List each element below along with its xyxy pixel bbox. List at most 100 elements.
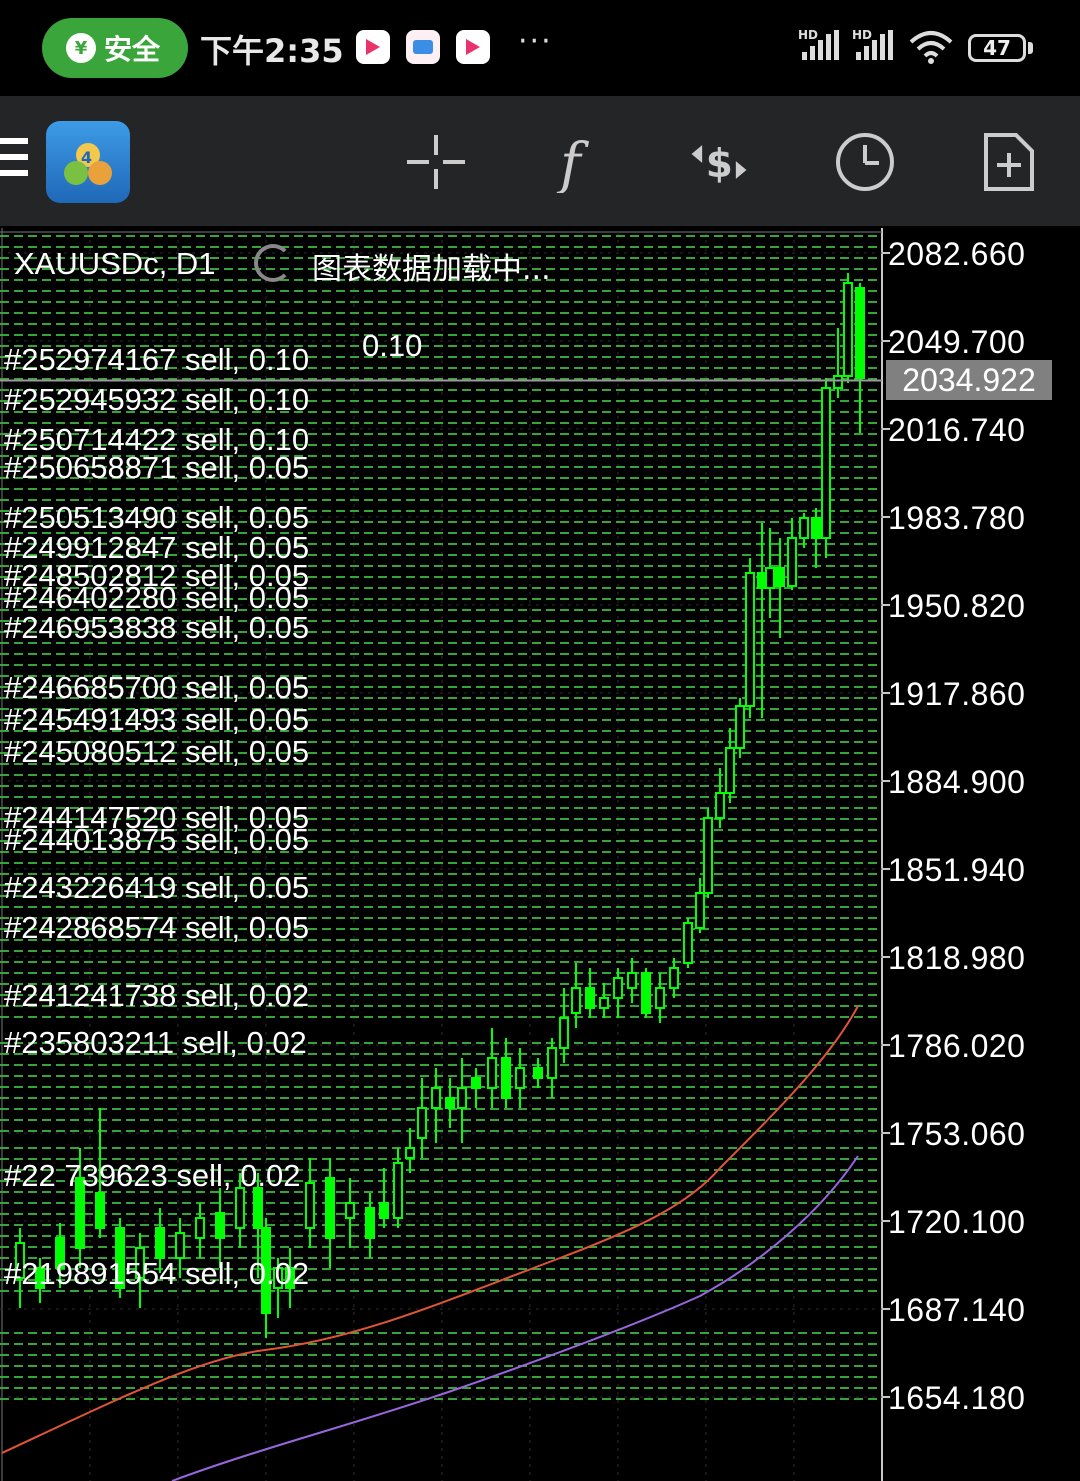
candle-body (571, 987, 581, 1014)
candle-body (821, 387, 831, 539)
security-badge[interactable]: ¥ 安全 (42, 18, 188, 78)
candle-body (695, 892, 705, 929)
candle-body (253, 1187, 263, 1229)
candle-body (757, 572, 767, 589)
price-axis-label: 2082.660 (888, 236, 1026, 272)
security-badge-label: 安全 (104, 33, 161, 66)
candle-body (765, 567, 775, 589)
candle-body (471, 1077, 481, 1089)
price-axis-label: 1720.100 (888, 1204, 1026, 1240)
youku-icon (456, 30, 490, 64)
candle-body (669, 967, 679, 989)
candle-body (745, 572, 755, 707)
candle-body (559, 1017, 569, 1049)
doc-icon (406, 30, 440, 64)
trade-icon[interactable]: $ (688, 131, 750, 193)
candle-body (655, 987, 665, 1009)
price-chart[interactable]: XAUUSDc, D1 图表数据加载中... #252974167 sell, … (0, 228, 1080, 1481)
order-label: #252974167 sell, 0.10 (4, 342, 310, 377)
indicators-icon[interactable]: f (550, 131, 612, 193)
candle-body (547, 1047, 557, 1079)
candle-body (599, 997, 609, 1009)
order-label: #243226419 sell, 0.05 (4, 870, 310, 905)
price-axis-label: 1687.140 (888, 1292, 1026, 1328)
moving-average-fast (1, 1005, 859, 1454)
candle-body (235, 1187, 245, 1229)
new-order-icon[interactable] (978, 131, 1040, 193)
candle-body (833, 375, 843, 389)
candle-body (843, 282, 853, 377)
order-label: #245080512 sell, 0.05 (4, 734, 310, 769)
candle-body (775, 567, 785, 587)
status-bar: ¥ 安全 下午2:35 ··· HD HD 47 (0, 0, 1080, 96)
order-label: #242868574 sell, 0.05 (4, 910, 310, 945)
shield-icon: ¥ (66, 33, 96, 63)
candle-body (95, 1192, 105, 1229)
toolbar: 4 f $ (0, 96, 1080, 226)
candle-body (683, 922, 693, 964)
price-axis-label: 1884.900 (888, 764, 1026, 800)
candle-body (735, 705, 745, 749)
price-axis-label: 1753.060 (888, 1116, 1026, 1152)
candle-body (175, 1232, 185, 1259)
order-label: #241241738 sell, 0.02 (4, 978, 310, 1013)
limit-order-volume: 0.10 (362, 328, 423, 363)
order-label: #235803211 sell, 0.02 (4, 1025, 307, 1060)
moving-average-slow (171, 1155, 859, 1481)
candle-body (787, 537, 797, 587)
candle-body (627, 972, 637, 989)
price-axis-label: 1818.980 (888, 940, 1026, 976)
candle-body (715, 792, 725, 819)
order-label: #219891554 sell, 0.02 (4, 1256, 310, 1291)
order-label: #244013875 sell, 0.05 (4, 822, 310, 857)
candle-body (533, 1067, 543, 1079)
loading-spinner-icon (254, 244, 292, 282)
candle-body (431, 1087, 441, 1109)
loading-text: 图表数据加载中... (312, 252, 551, 287)
order-label: #250658871 sell, 0.05 (4, 450, 310, 485)
price-axis-label: 2049.700 (888, 324, 1026, 360)
youku-icon (356, 30, 390, 64)
candle-body (365, 1207, 375, 1239)
candle-body (585, 987, 595, 1009)
mt4-logo[interactable]: 4 (46, 121, 130, 203)
battery-tip (1028, 42, 1033, 54)
symbol-timeframe-label: XAUUSDc, D1 (14, 246, 216, 281)
candle-body (811, 517, 821, 539)
price-axis-label: 1786.020 (888, 1028, 1026, 1064)
candle-body (195, 1217, 205, 1239)
order-label: #246953838 sell, 0.05 (4, 610, 310, 645)
order-label: #245491493 sell, 0.05 (4, 702, 310, 737)
svg-text:4: 4 (81, 148, 92, 167)
price-axis-label: 1851.940 (888, 852, 1026, 888)
candle-body (379, 1202, 389, 1219)
signal-icon (856, 30, 893, 60)
candle-body (501, 1057, 511, 1099)
candle-body (325, 1177, 335, 1239)
candle-body (613, 977, 623, 999)
order-label: #252945932 sell, 0.10 (4, 382, 310, 417)
status-time: 下午2:35 (200, 32, 344, 70)
price-axis-label: 1917.860 (888, 676, 1026, 712)
current-price-label: 2034.922 (886, 360, 1052, 401)
price-axis-label: 1950.820 (888, 588, 1026, 624)
candle-body (155, 1227, 165, 1259)
candle-body (417, 1107, 427, 1139)
candle-body (855, 287, 865, 379)
price-axis-label: 2016.740 (888, 412, 1026, 448)
battery-icon: 47 (968, 34, 1026, 62)
wifi-icon (909, 31, 953, 64)
price-axis-label: 1983.780 (888, 500, 1026, 536)
crosshair-icon[interactable] (405, 131, 467, 193)
order-label: #22 739623 sell, 0.02 (4, 1158, 301, 1193)
candle-body (457, 1087, 467, 1109)
menu-icon[interactable] (0, 138, 28, 182)
candle-body (515, 1067, 525, 1089)
timeframe-icon[interactable] (834, 131, 896, 193)
candle-body (445, 1097, 455, 1109)
candle-body (345, 1202, 355, 1219)
candle-body (215, 1212, 225, 1239)
more-notifications-icon: ··· (518, 24, 553, 59)
candle-body (725, 747, 735, 794)
candle-body (305, 1182, 315, 1229)
